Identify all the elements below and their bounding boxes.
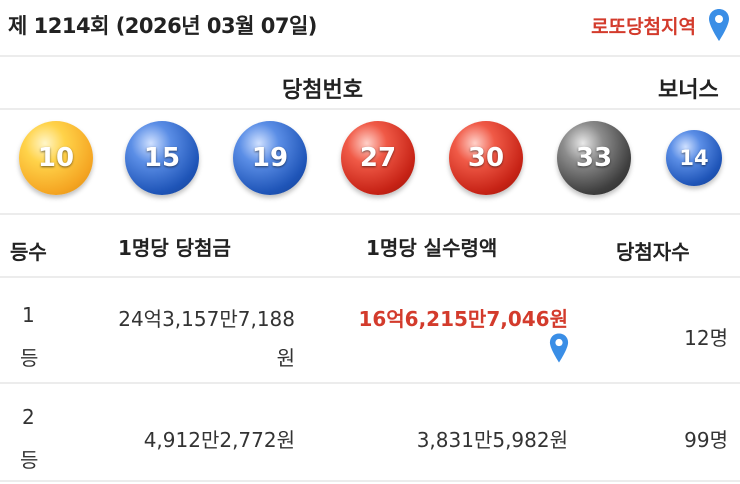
divider [0, 480, 740, 482]
rank-number: 2 [22, 405, 35, 429]
prize-amount: 24억3,157만7,188 [118, 307, 295, 331]
col-header-net: 1명당 실수령액 [366, 236, 498, 260]
ball-number: 27 [359, 143, 397, 173]
winner-count: 99명 [684, 428, 728, 452]
ball-5: 30 [449, 121, 523, 195]
bonus-label: 보너스 [658, 78, 719, 103]
bonus-ball: 14 [666, 130, 722, 186]
divider [0, 55, 740, 57]
ball-number: 10 [37, 143, 75, 173]
ball-2: 15 [125, 121, 199, 195]
rank-unit: 등 [20, 448, 39, 472]
prize-amount-unit: 원 [276, 346, 295, 370]
ball-6: 33 [557, 121, 631, 195]
ball-number: 30 [467, 143, 505, 173]
lotto-location-link[interactable]: 로또당첨지역 [591, 12, 696, 39]
draw-title: 제 1214회 (2026년 03월 07일) [8, 14, 317, 38]
ball-4: 27 [341, 121, 415, 195]
net-amount: 16억6,215만7,046원 [358, 307, 568, 331]
col-header-winners: 당첨자수 [616, 240, 690, 264]
winner-count: 12명 [684, 326, 728, 350]
col-header-prize: 1명당 당첨금 [118, 236, 231, 260]
divider [0, 108, 740, 110]
ball-number: 15 [143, 143, 181, 173]
map-pin-icon[interactable] [708, 8, 730, 42]
rank-number: 1 [22, 303, 35, 327]
ball-number: 33 [575, 143, 613, 173]
ball-number: 19 [251, 143, 289, 173]
rank-unit: 등 [20, 346, 39, 370]
net-amount: 3,831만5,982원 [416, 428, 568, 452]
divider [0, 382, 740, 384]
divider [0, 213, 740, 215]
ball-1: 10 [19, 121, 93, 195]
ball-3: 19 [233, 121, 307, 195]
divider [0, 276, 740, 278]
prize-amount: 4,912만2,772원 [143, 428, 295, 452]
map-pin-icon[interactable] [549, 332, 569, 364]
winning-numbers-label: 당첨번호 [282, 78, 363, 103]
col-header-rank: 등수 [10, 240, 47, 264]
ball-number: 14 [679, 146, 709, 170]
